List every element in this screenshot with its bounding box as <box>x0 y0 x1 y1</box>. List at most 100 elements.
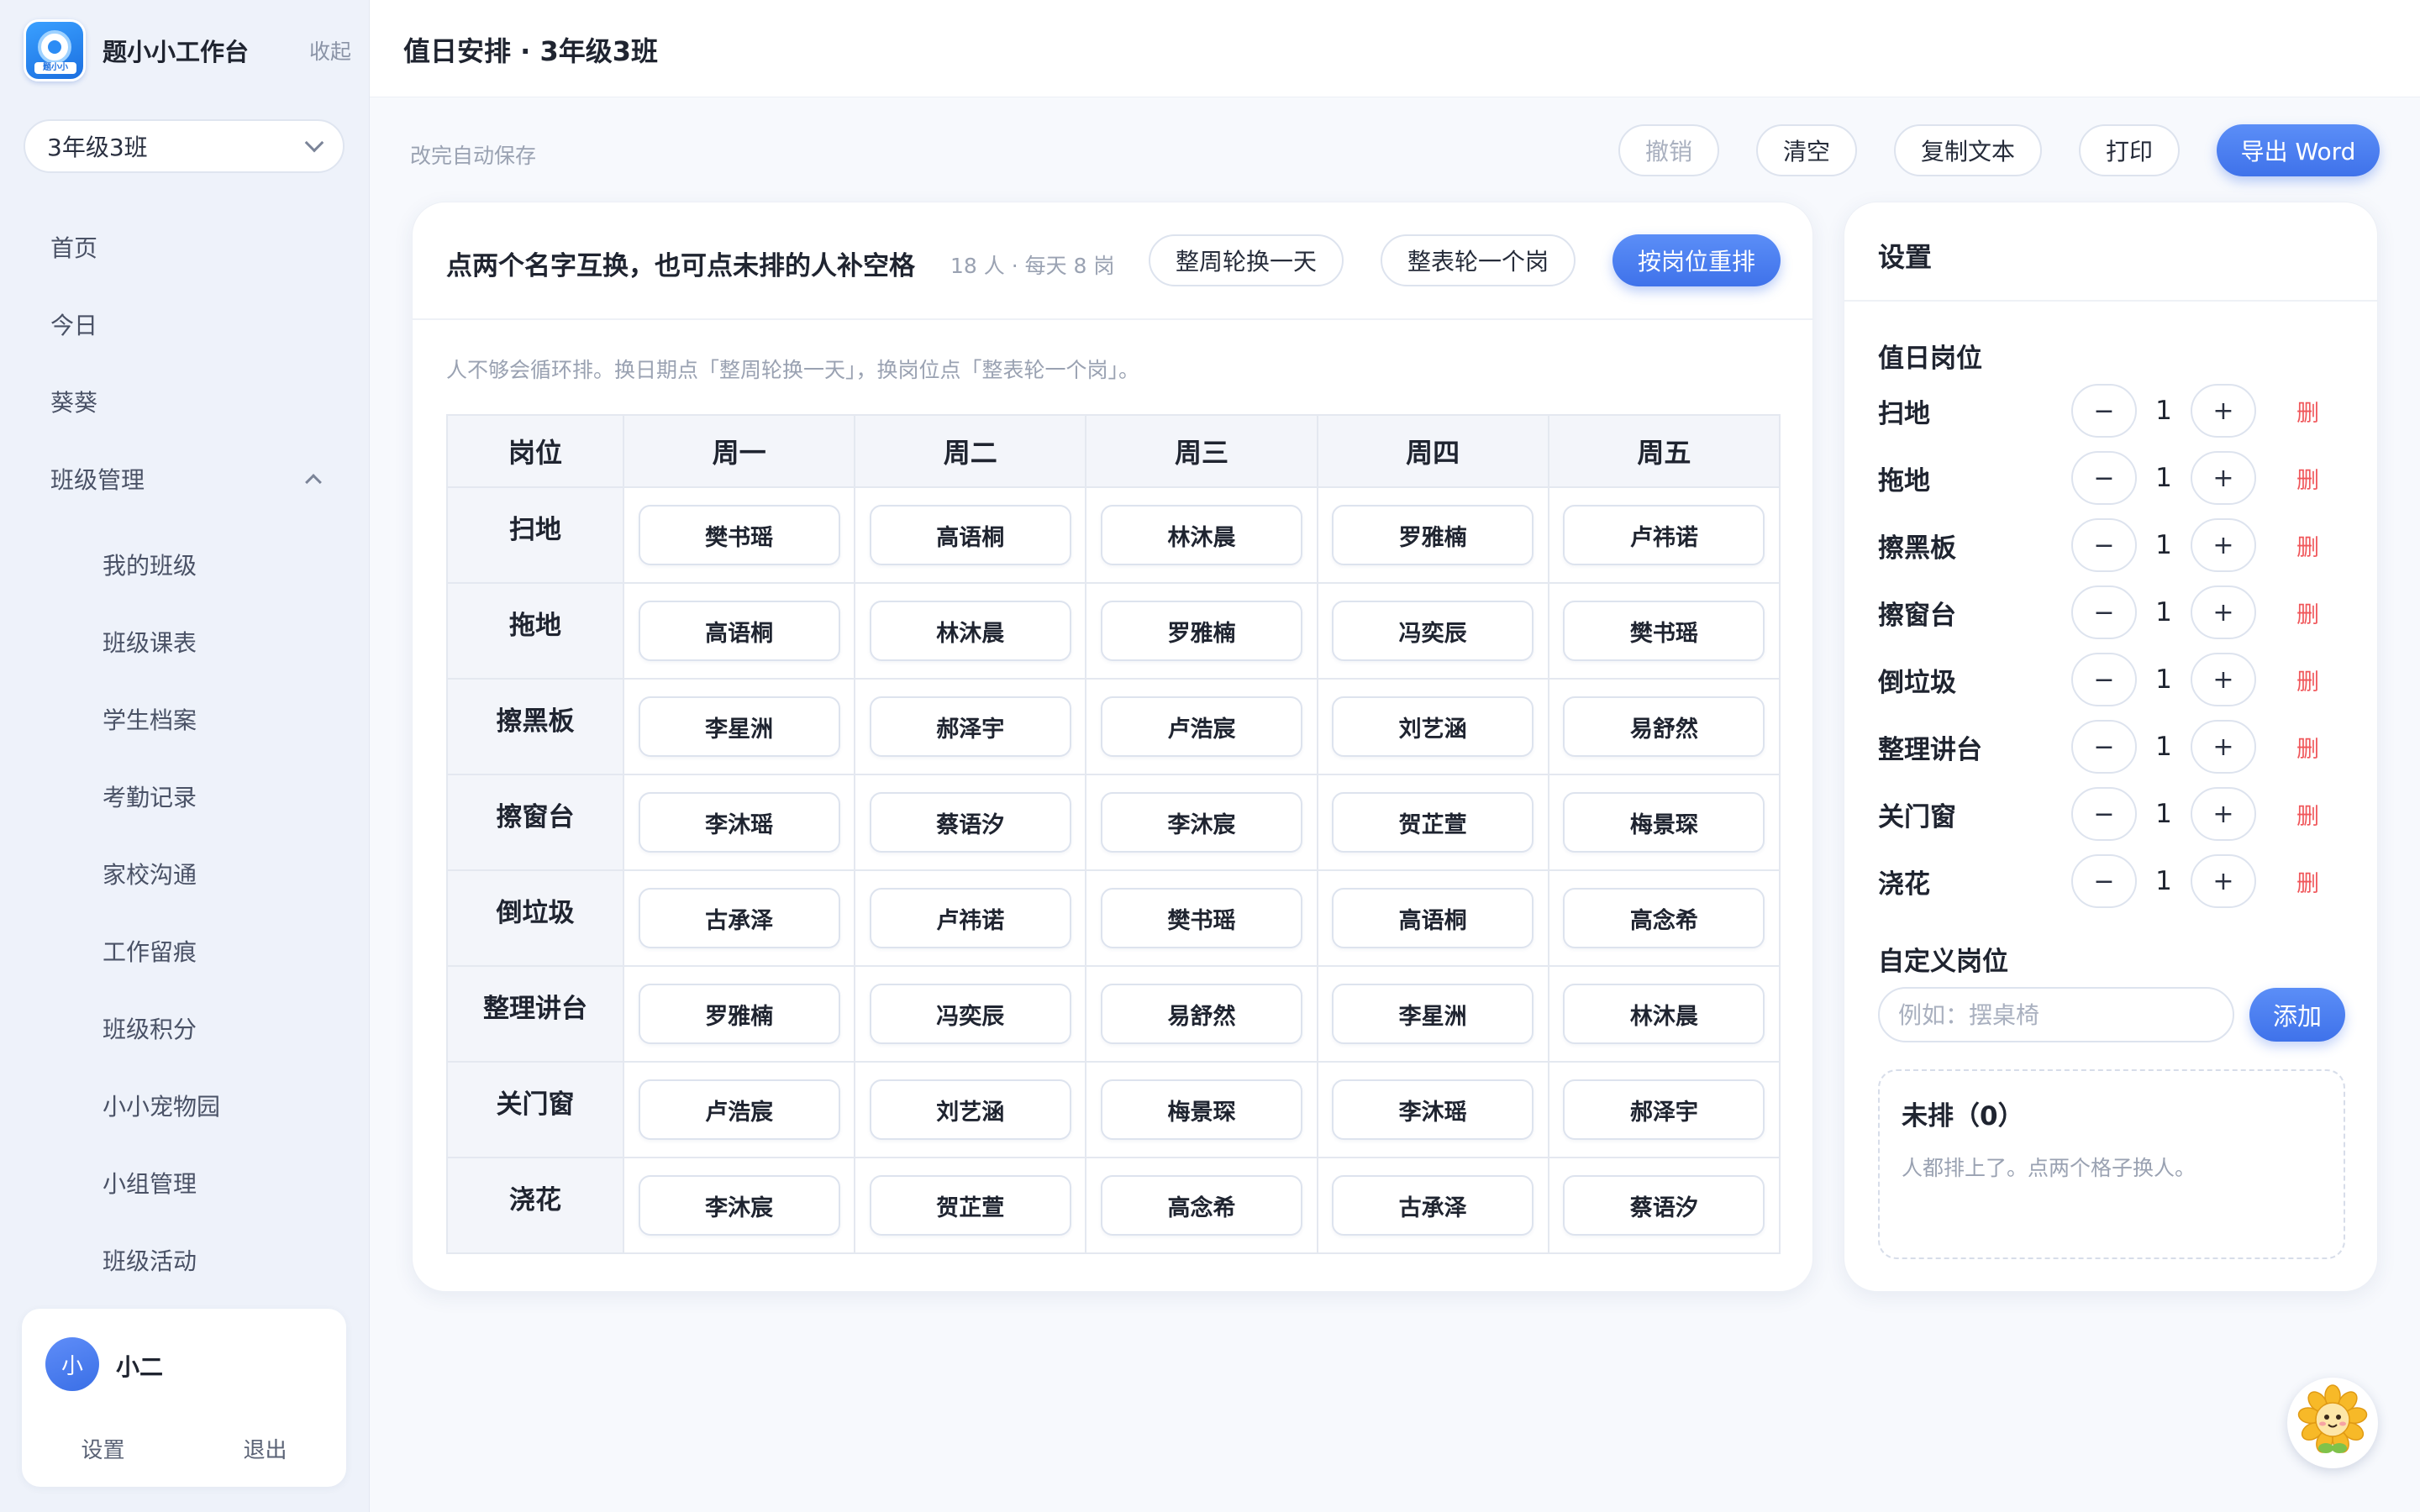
student-name-chip[interactable]: 卢祎诺 <box>869 888 1071 948</box>
table-row: 擦窗台 李沐瑶 蔡语汐 李沐宸 贺芷萱 梅景琛 <box>446 774 1781 871</box>
student-name-chip[interactable]: 李沐瑶 <box>638 792 840 853</box>
student-name-chip[interactable]: 李星洲 <box>638 696 840 757</box>
delete-role-button[interactable]: 删 <box>2296 462 2319 495</box>
decrease-button[interactable]: − <box>2071 451 2137 505</box>
student-name-chip[interactable]: 高语桐 <box>869 505 1071 565</box>
delete-role-button[interactable]: 删 <box>2296 596 2319 629</box>
student-name-chip[interactable]: 贺芷萱 <box>869 1175 1071 1236</box>
nav-item-home-school[interactable]: 家校沟通 <box>24 835 345 912</box>
student-name-chip[interactable]: 易舒然 <box>1100 984 1302 1044</box>
nav-item-kuikui[interactable]: 葵葵 <box>24 363 345 440</box>
student-name-chip[interactable]: 蔡语汐 <box>1563 1175 1765 1236</box>
student-name-chip[interactable]: 李沐瑶 <box>1332 1079 1534 1140</box>
student-name-chip[interactable]: 罗雅楠 <box>1332 505 1534 565</box>
student-name-chip[interactable]: 樊书瑶 <box>1100 888 1302 948</box>
rotate-role-button[interactable]: 整表轮一个岗 <box>1381 234 1576 286</box>
print-button[interactable]: 打印 <box>2079 124 2180 176</box>
increase-button[interactable]: + <box>2191 585 2256 639</box>
student-name-chip[interactable]: 李沐宸 <box>638 1175 840 1236</box>
increase-button[interactable]: + <box>2191 451 2256 505</box>
student-name-chip[interactable]: 卢浩宸 <box>1100 696 1302 757</box>
decrease-button[interactable]: − <box>2071 787 2137 841</box>
clear-button[interactable]: 清空 <box>1756 124 1857 176</box>
student-name-chip[interactable]: 郝泽宇 <box>869 696 1071 757</box>
nav-item-home[interactable]: 首页 <box>24 208 345 286</box>
increase-button[interactable]: + <box>2191 384 2256 438</box>
collapse-sidebar-button[interactable]: 收起 <box>309 35 351 66</box>
row-role-label: 关门窗 <box>446 1061 624 1158</box>
student-name-chip[interactable]: 蔡语汐 <box>869 792 1071 853</box>
student-name-chip[interactable]: 林沐晨 <box>869 601 1071 661</box>
sunflower-mascot-icon[interactable] <box>2287 1378 2378 1468</box>
decrease-button[interactable]: − <box>2071 854 2137 908</box>
student-name-chip[interactable]: 刘艺涵 <box>1332 696 1534 757</box>
decrease-button[interactable]: − <box>2071 384 2137 438</box>
increase-button[interactable]: + <box>2191 653 2256 706</box>
custom-role-input[interactable] <box>1878 987 2234 1042</box>
student-name-chip[interactable]: 樊书瑶 <box>638 505 840 565</box>
student-name-chip[interactable]: 卢浩宸 <box>638 1079 840 1140</box>
table-cell: 李沐宸 <box>622 1157 856 1254</box>
student-name-chip[interactable]: 卢祎诺 <box>1563 505 1765 565</box>
decrease-button[interactable]: − <box>2071 518 2137 572</box>
student-name-chip[interactable]: 梅景琛 <box>1563 792 1765 853</box>
delete-role-button[interactable]: 删 <box>2296 798 2319 831</box>
nav-item-pet-garden[interactable]: 小小宠物园 <box>24 1067 345 1144</box>
add-role-button[interactable]: 添加 <box>2249 988 2345 1042</box>
student-name-chip[interactable]: 林沐晨 <box>1563 984 1765 1044</box>
undo-button[interactable]: 撤销 <box>1618 124 1719 176</box>
student-name-chip[interactable]: 樊书瑶 <box>1563 601 1765 661</box>
student-name-chip[interactable]: 高语桐 <box>638 601 840 661</box>
decrease-button[interactable]: − <box>2071 585 2137 639</box>
student-name-chip[interactable]: 冯奕辰 <box>1332 601 1534 661</box>
rotate-day-button[interactable]: 整周轮换一天 <box>1149 234 1344 286</box>
delete-role-button[interactable]: 删 <box>2296 731 2319 764</box>
role-name: 倒垃圾 <box>1878 667 1956 698</box>
student-name-chip[interactable]: 高语桐 <box>1332 888 1534 948</box>
nav-item-class-timetable[interactable]: 班级课表 <box>24 603 345 680</box>
nav-item-student-records[interactable]: 学生档案 <box>24 680 345 758</box>
user-settings-link[interactable]: 设置 <box>81 1433 124 1464</box>
nav-item-attendance[interactable]: 考勤记录 <box>24 758 345 835</box>
increase-button[interactable]: + <box>2191 720 2256 774</box>
rearrange-by-role-button[interactable]: 按岗位重排 <box>1612 234 1781 286</box>
student-name-chip[interactable]: 贺芷萱 <box>1332 792 1534 853</box>
increase-button[interactable]: + <box>2191 787 2256 841</box>
delete-role-button[interactable]: 删 <box>2296 395 2319 428</box>
nav-item-class-activities[interactable]: 班级活动 <box>24 1221 345 1299</box>
delete-role-button[interactable]: 删 <box>2296 865 2319 898</box>
student-name-chip[interactable]: 李星洲 <box>1332 984 1534 1044</box>
student-name-chip[interactable]: 易舒然 <box>1563 696 1765 757</box>
student-name-chip[interactable]: 郝泽宇 <box>1563 1079 1765 1140</box>
increase-button[interactable]: + <box>2191 518 2256 572</box>
nav-item-my-class[interactable]: 我的班级 <box>24 526 345 603</box>
copy-text-button[interactable]: 复制文本 <box>1894 124 2042 176</box>
nav-item-today[interactable]: 今日 <box>24 286 345 363</box>
increase-button[interactable]: + <box>2191 854 2256 908</box>
settings-panel: 设置 值日岗位 扫地 − 1 + 删 拖地 − 1 + 删 擦黑板 − 1 + … <box>1844 202 2378 1292</box>
column-header-wed: 周三 <box>1085 414 1318 488</box>
decrease-button[interactable]: − <box>2071 720 2137 774</box>
nav-item-group-management[interactable]: 小组管理 <box>24 1144 345 1221</box>
delete-role-button[interactable]: 删 <box>2296 664 2319 696</box>
nav-item-work-log[interactable]: 工作留痕 <box>24 912 345 990</box>
student-name-chip[interactable]: 李沐宸 <box>1100 792 1302 853</box>
delete-role-button[interactable]: 删 <box>2296 529 2319 562</box>
student-name-chip[interactable]: 高念希 <box>1563 888 1765 948</box>
nav-item-class-points[interactable]: 班级积分 <box>24 990 345 1067</box>
student-name-chip[interactable]: 梅景琛 <box>1100 1079 1302 1140</box>
student-name-chip[interactable]: 古承泽 <box>638 888 840 948</box>
logout-link[interactable]: 退出 <box>243 1433 287 1464</box>
student-name-chip[interactable]: 罗雅楠 <box>638 984 840 1044</box>
avatar[interactable]: 小 <box>45 1337 99 1391</box>
export-word-button[interactable]: 导出 Word <box>2217 124 2380 176</box>
student-name-chip[interactable]: 冯奕辰 <box>869 984 1071 1044</box>
student-name-chip[interactable]: 林沐晨 <box>1100 505 1302 565</box>
student-name-chip[interactable]: 罗雅楠 <box>1100 601 1302 661</box>
student-name-chip[interactable]: 古承泽 <box>1332 1175 1534 1236</box>
student-name-chip[interactable]: 刘艺涵 <box>869 1079 1071 1140</box>
class-selector[interactable]: 3年级3班 <box>24 119 345 173</box>
student-name-chip[interactable]: 高念希 <box>1100 1175 1302 1236</box>
nav-group-class-management[interactable]: 班级管理 <box>24 440 345 517</box>
decrease-button[interactable]: − <box>2071 653 2137 706</box>
